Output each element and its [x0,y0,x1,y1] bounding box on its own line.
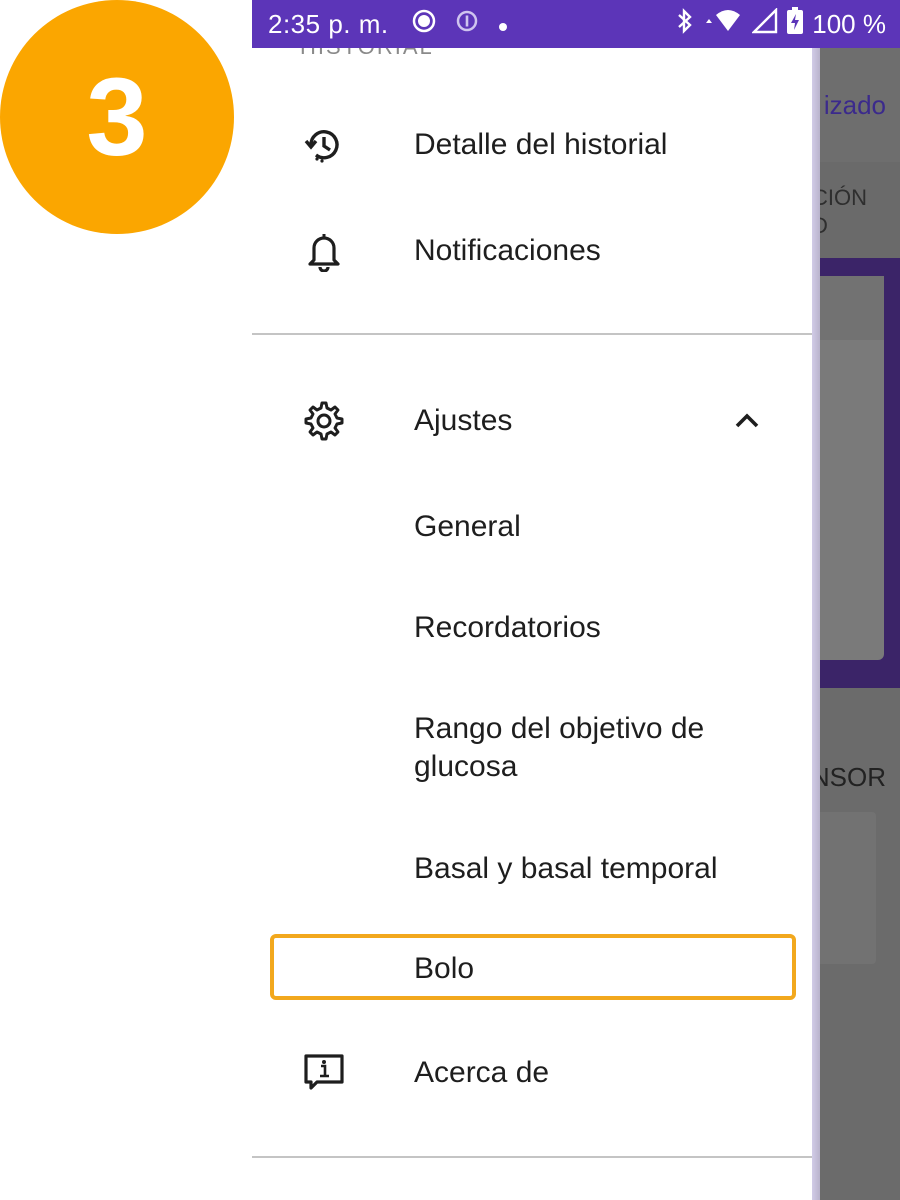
background-box [812,812,876,964]
drawer-item-label: Acerca de [414,1056,550,1089]
history-icon [302,123,346,167]
settings-item-general[interactable]: General [252,504,812,550]
background-sensor-fragment: NSOR [810,762,886,792]
background-app-bar: izado [812,48,900,162]
gear-icon [302,399,346,443]
status-bar: 2:35 p. m. 100 % [252,0,900,48]
bluetooth-icon [674,7,696,42]
drawer-item-notifications[interactable]: Notificaciones [252,228,812,274]
drawer-divider-bottom [252,1156,812,1158]
background-title-fragment: izado [823,90,886,120]
drawer-item-history-detail[interactable]: Detalle del historial [252,122,812,168]
phone-screen: 2:35 p. m. 100 % izado CIÓN NSOR Detalle… [252,0,900,1200]
drawer-item-settings[interactable]: Ajustes [252,398,812,444]
drawer-item-about[interactable]: Acerca de [252,1050,812,1096]
drawer-item-label: Ajustes [414,404,513,437]
status-time: 2:35 p. m. [268,8,389,39]
info-circle-icon [455,9,479,40]
background-card-header [812,276,884,340]
signal-icon [751,6,778,41]
background-card [812,276,884,660]
step-number-badge: 3 [0,0,234,234]
drawer-item-label: Detalle del historial [414,128,668,161]
background-tab-line2: D [812,212,867,240]
settings-item-reminders[interactable]: Recordatorios [252,605,812,651]
dot-icon [497,9,509,40]
screen-record-icon [411,8,437,41]
settings-item-label: Bolo [414,952,475,985]
battery-charging-icon [786,6,804,42]
section-header-historial: HISTORIAL [300,48,434,60]
background-app: izado CIÓN D NSOR [810,48,900,1200]
settings-item-basal-temp-basal[interactable]: Basal y basal temporal [252,846,812,892]
settings-item-label: Recordatorios [414,611,601,644]
wifi-icon [704,7,744,42]
settings-item-glucose-target-range[interactable]: Rango del objetivo de glucosa [252,708,812,788]
chevron-up-icon[interactable] [730,404,764,438]
settings-item-label: Rango del objetivo de glucosa [414,712,705,783]
background-tabs: CIÓN D [812,162,900,258]
drawer-item-label: Notificaciones [414,234,601,267]
settings-item-label: General [414,510,521,543]
drawer-divider [252,333,812,335]
background-tab-line1: CIÓN [812,185,867,210]
settings-item-label: Basal y basal temporal [414,852,718,885]
info-message-icon [302,1051,346,1095]
battery-percent: 100 % [812,8,886,39]
navigation-drawer: HISTORIAL Detalle del historial [252,48,812,1200]
background-tab-fragment: CIÓN D [812,184,867,240]
settings-item-bolus[interactable]: Bolo [252,946,812,992]
bell-icon [302,229,346,273]
